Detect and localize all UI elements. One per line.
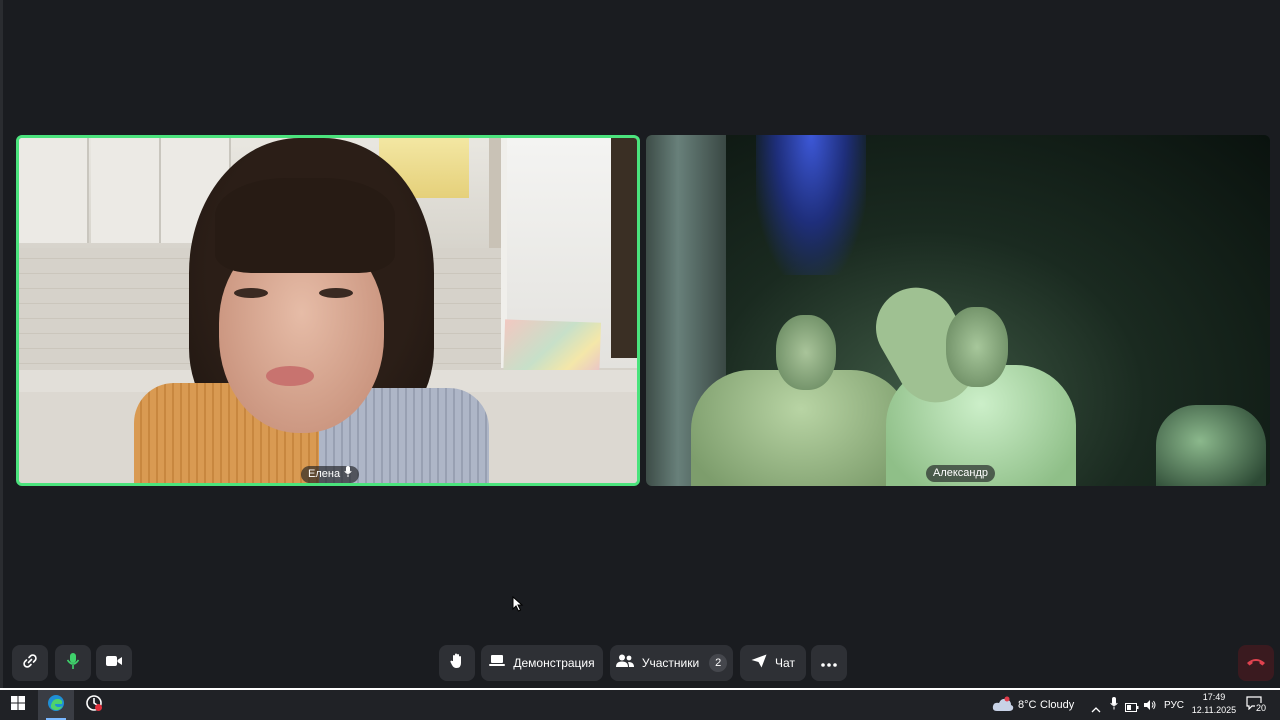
taskbar-edge-button[interactable]	[38, 690, 74, 720]
battery-icon[interactable]	[1125, 699, 1139, 717]
weather-text[interactable]: Cloudy	[1040, 699, 1074, 711]
input-language[interactable]: РУС	[1164, 700, 1184, 711]
start-button[interactable]	[0, 690, 36, 720]
hand-icon	[449, 652, 465, 675]
participant-tile-elena[interactable]: Елена	[16, 135, 640, 486]
clock-time: 17:49	[1202, 692, 1226, 702]
participant-name-tag: Елена	[301, 466, 360, 483]
link-icon	[22, 653, 38, 674]
microphone-tray-icon[interactable]	[1110, 697, 1118, 715]
chat-label: Чат	[775, 656, 795, 670]
participant-video-aleksandr	[646, 135, 1270, 486]
microphone-button[interactable]	[55, 645, 91, 681]
weather-icon[interactable]	[992, 696, 1014, 717]
windows-logo-icon	[11, 695, 25, 715]
participants-button[interactable]: Участники 2	[610, 645, 733, 681]
send-icon	[751, 654, 767, 673]
video-call-window: Елена Александр Демонстрация Участники 2…	[0, 0, 1280, 688]
volume-icon[interactable]	[1143, 698, 1157, 716]
chat-button[interactable]: Чат	[740, 645, 806, 681]
screen-share-icon	[489, 654, 506, 672]
participant-tile-aleksandr[interactable]: Александр	[646, 135, 1270, 486]
participant-name: Александр	[933, 467, 989, 479]
screen-share-label: Демонстрация	[513, 656, 595, 670]
taskbar-app-button[interactable]	[76, 690, 112, 720]
mic-icon	[66, 652, 80, 675]
mouse-cursor-icon	[512, 595, 524, 617]
mic-icon	[344, 466, 352, 483]
phone-hangup-icon	[1246, 654, 1266, 672]
participant-name: Елена	[308, 468, 341, 480]
participant-video-elena	[19, 138, 637, 483]
chevron-up-icon[interactable]	[1091, 700, 1101, 718]
clock[interactable]: 17:49 12.11.2025	[1188, 691, 1240, 717]
participants-label: Участники	[641, 656, 700, 670]
participant-name-tag: Александр	[926, 465, 996, 482]
notifications-count: 20	[1255, 703, 1268, 713]
edge-browser-icon	[47, 694, 65, 717]
copy-link-button[interactable]	[12, 645, 48, 681]
hang-up-button[interactable]	[1238, 645, 1274, 681]
raise-hand-button[interactable]	[439, 645, 475, 681]
clock-date: 12.11.2025	[1191, 705, 1237, 715]
notifications-button[interactable]: 20	[1246, 695, 1268, 715]
taskbar: 8°C Cloudy РУС 17:49 12.11.2025 20	[0, 688, 1280, 720]
weather-temp[interactable]: 8°C	[1018, 699, 1036, 711]
screen-share-button[interactable]: Демонстрация	[481, 645, 603, 681]
camera-icon	[105, 654, 123, 673]
people-icon	[615, 654, 634, 672]
participants-count-badge: 2	[709, 654, 728, 672]
more-icon	[821, 654, 837, 672]
recording-app-icon	[85, 694, 103, 717]
more-options-button[interactable]	[811, 645, 847, 681]
camera-button[interactable]	[96, 645, 132, 681]
